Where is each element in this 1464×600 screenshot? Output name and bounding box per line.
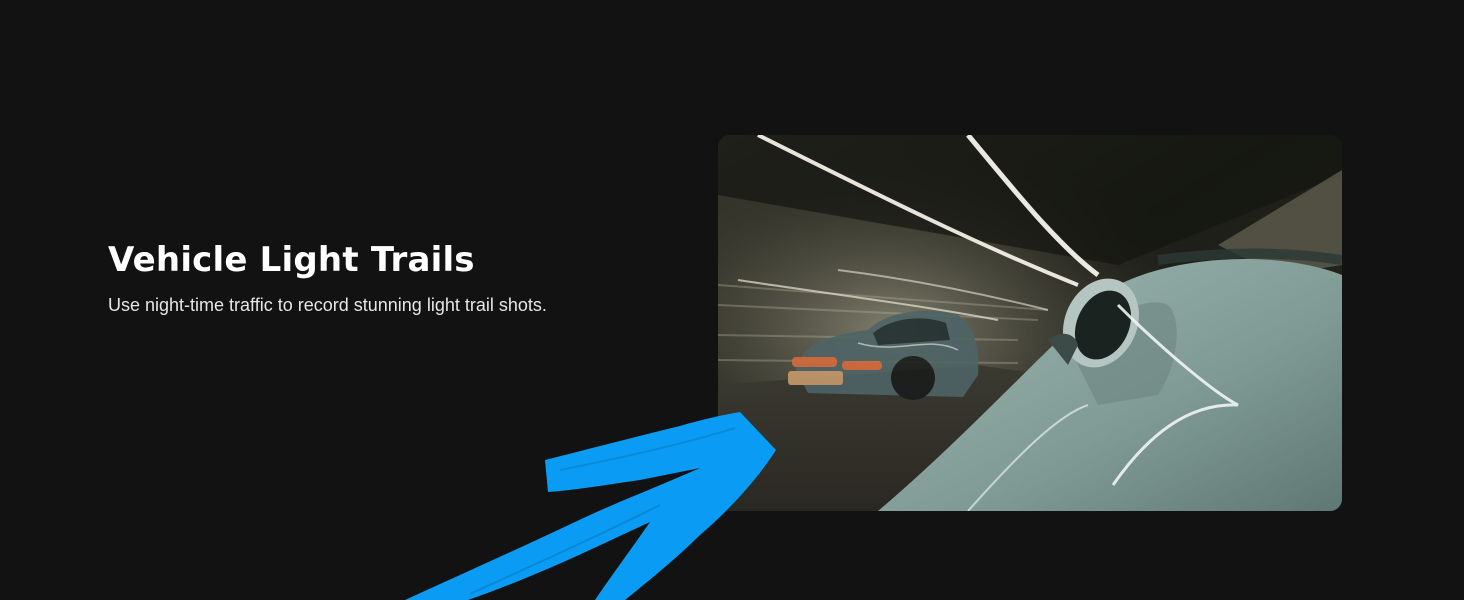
- feature-description: Use night-time traffic to record stunnin…: [108, 295, 547, 315]
- feature-title: Vehicle Light Trails: [108, 240, 475, 280]
- feature-photo: [718, 135, 1342, 511]
- feature-text-block: Vehicle Light Trails Use night-time traf…: [108, 238, 668, 318]
